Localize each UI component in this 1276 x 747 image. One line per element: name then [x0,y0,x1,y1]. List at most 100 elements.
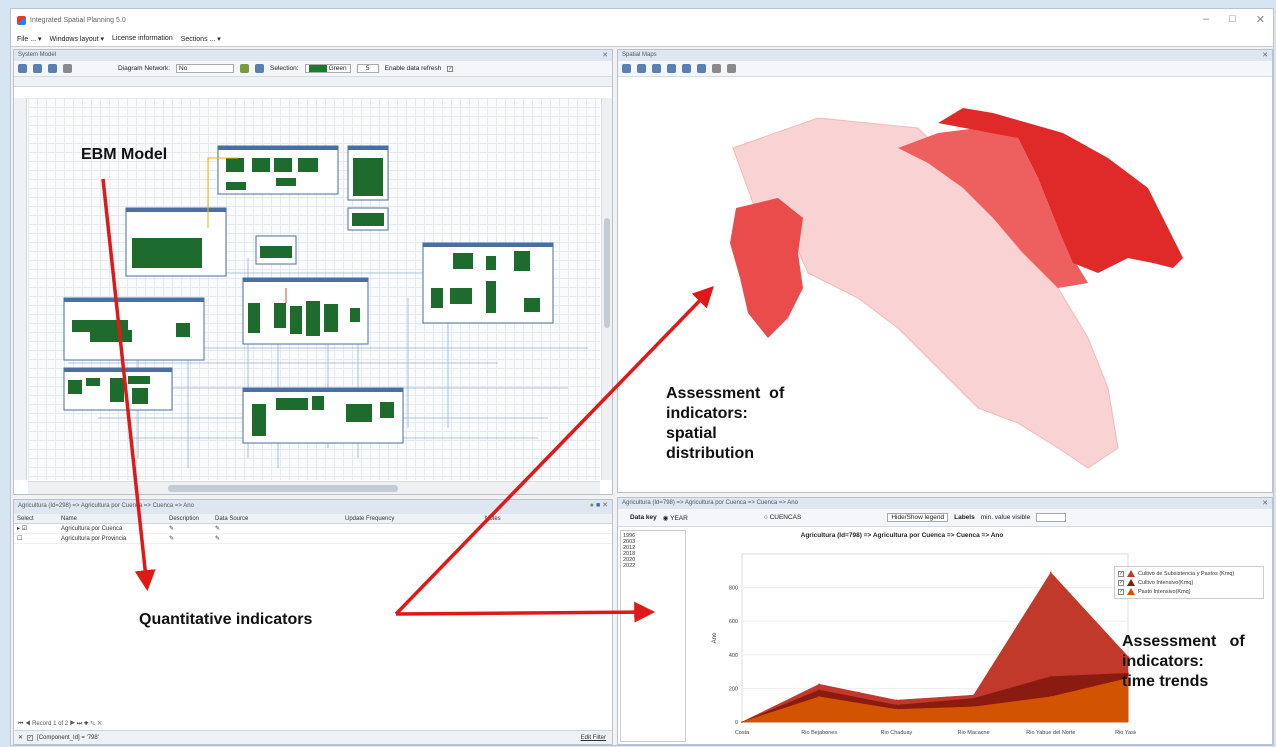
system-model-panel: System Model ✕ Diagram Network: No Selec… [13,49,613,495]
scrollbar-thumb[interactable] [604,218,610,328]
data-source-edit-icon[interactable]: ✎ [212,525,342,532]
spatial-maps-title-bar: Spatial Maps ✕ [618,50,1272,61]
legend-checkbox[interactable]: ✓ [1118,588,1124,595]
zoom-in-icon[interactable] [682,64,691,73]
x-tick-label: Costa [735,730,750,736]
x-tick-label: Rio Yasica [1115,730,1136,736]
row-select[interactable]: ▸ ☑ [14,525,58,532]
edit-filter-link[interactable]: Edit Filter [581,735,606,741]
spatial-annotation: Assessment of indicators: spatial distri… [666,384,816,464]
save-icon[interactable]: ■ [596,502,600,509]
legend-triangle-icon [1127,570,1135,577]
globe-icon[interactable] [622,64,631,73]
clear-filter-icon[interactable]: ✕ [18,734,23,741]
year-radio[interactable]: ◉ YEAR [663,514,688,522]
legend-item[interactable]: ✓ Pasto Intensivo(Kmq) [1118,587,1260,596]
labels-label: Labels [954,514,975,521]
zoom-out-icon[interactable] [33,64,42,73]
refresh-icon[interactable]: ● [590,502,594,509]
cuencas-radio[interactable]: ○ CUENCAS [764,514,802,521]
column-header[interactable]: Description [166,516,212,522]
close-button[interactable]: ✕ [1256,13,1265,26]
panel-close-icon[interactable]: ✕ [602,51,608,59]
data-point [1050,675,1052,678]
save-icon[interactable] [48,64,57,73]
row-checkbox[interactable]: ☐ [17,536,22,542]
print-icon[interactable] [63,64,72,73]
legend-checkbox[interactable]: ✓ [1118,570,1124,577]
window-controls: – □ ✕ [1203,13,1265,26]
layers-icon[interactable] [637,64,646,73]
column-header[interactable]: Update Frequency [342,516,482,522]
map-toolbar [618,61,1272,77]
menu-file[interactable]: File ... ▾ [17,35,42,43]
hide-show-legend-button[interactable]: Hide/Show legend [887,513,949,522]
legend-label: Pasto Intensivo(Kmq) [1138,588,1191,595]
data-point [818,683,820,685]
table-row[interactable]: ▸ ☑ Agricultura por Cuenca ✎ ✎ [14,524,612,534]
annotation-line: spatial [666,425,717,442]
menu-windows-layout[interactable]: Windows layout ▾ [50,35,104,43]
filter-checkbox[interactable]: ✓ [27,734,34,741]
filter-bar: ✕ ✓ [Component_Id] = '798' Edit Filter [14,730,612,744]
minimize-button[interactable]: – [1203,13,1209,26]
menu-sections[interactable]: Sections ... ▾ [181,35,221,43]
column-header[interactable]: Name [58,516,166,522]
column-header[interactable]: Notes [482,516,582,522]
list-icon[interactable] [727,64,736,73]
table-header: Select Name Description Data Source Upda… [14,514,612,524]
zoom-in-icon[interactable] [18,64,27,73]
quantitative-annotation: Quantitative indicators [139,611,313,628]
row-name: Agricultura por Provincia [61,535,127,542]
save-icon[interactable] [652,64,661,73]
legend-checkbox[interactable]: ✓ [1118,579,1124,586]
enable-refresh-checkbox[interactable]: ✓ [447,65,454,72]
grid-icon[interactable] [255,64,265,73]
data-point [741,721,743,723]
scrollbar-thumb[interactable] [168,485,398,492]
min-value-input[interactable] [1036,513,1067,522]
legend-item[interactable]: ✓ Cultivo Intensivo(Kmq) [1118,578,1260,587]
data-point [1050,696,1052,698]
row-checkbox[interactable]: ☑ [22,526,27,532]
x-tick-label: Rio Chaduay [881,730,913,736]
annotation-word: Assessment [666,385,761,402]
filter-text[interactable]: [Component_Id] = '798' [37,735,99,741]
list-item[interactable]: 2022 [623,563,683,569]
selection-color-select[interactable]: Green [304,64,351,73]
annotation-word: of [1229,633,1245,650]
column-header[interactable]: Data Source [212,516,342,522]
data-point [972,706,975,708]
ebm-model-annotation: EBM Model [81,146,168,163]
y-tick-label: 0 [735,720,738,726]
zoom-out-icon[interactable] [697,64,706,73]
panel-close-icon[interactable]: ✕ [1262,499,1268,507]
menu-bar: File ... ▾ Windows layout ▾ License info… [11,31,1273,47]
legend-item[interactable]: ✓ Cultivo de Subsistencia y Pastos (Kmq) [1118,569,1260,578]
diagram-network-select[interactable]: No [176,64,235,73]
panel-close-icon[interactable]: ✕ [1262,51,1268,59]
maximize-button[interactable]: □ [1229,13,1236,26]
row-select[interactable]: ☐ [14,535,58,542]
trend-chart: 0 200 400 600 800 Costa Rio Bejabones Rio Chadu… [712,553,1136,736]
chart-legend: ✓ Cultivo de Subsistencia y Pastos (Kmq) … [1114,566,1264,599]
record-navigator[interactable]: ⏮ ◀ Record 1 of 2 ▶ ⏭ ✚ ✎ ✕ [18,721,102,728]
refresh-icon[interactable] [240,64,250,73]
diagram-vertical-scrollbar[interactable] [601,98,612,480]
description-edit-icon[interactable]: ✎ [166,525,212,532]
count-stepper[interactable]: 5 [356,64,379,73]
legend-triangle-icon [1127,579,1135,586]
description-edit-icon[interactable]: ✎ [166,535,212,542]
menu-license-information[interactable]: License information [112,35,173,42]
legend-label: Cultivo de Subsistencia y Pastos (Kmq) [1138,570,1235,577]
data-source-edit-icon[interactable]: ✎ [212,535,342,542]
pan-icon[interactable] [712,64,721,73]
table-row[interactable]: ☐ Agricultura por Provincia ✎ ✎ [14,534,612,544]
spatial-maps-panel: Spatial Maps ✕ Assessment of indicators:… [617,49,1273,493]
selection-label: Selection: [270,65,299,72]
trends-annotation: Assessment of indicators: time trends [1122,632,1272,692]
column-header[interactable]: Select [14,516,58,522]
export-icon[interactable] [667,64,676,73]
data-point [895,699,898,701]
diagram-horizontal-scrollbar[interactable] [28,481,600,494]
